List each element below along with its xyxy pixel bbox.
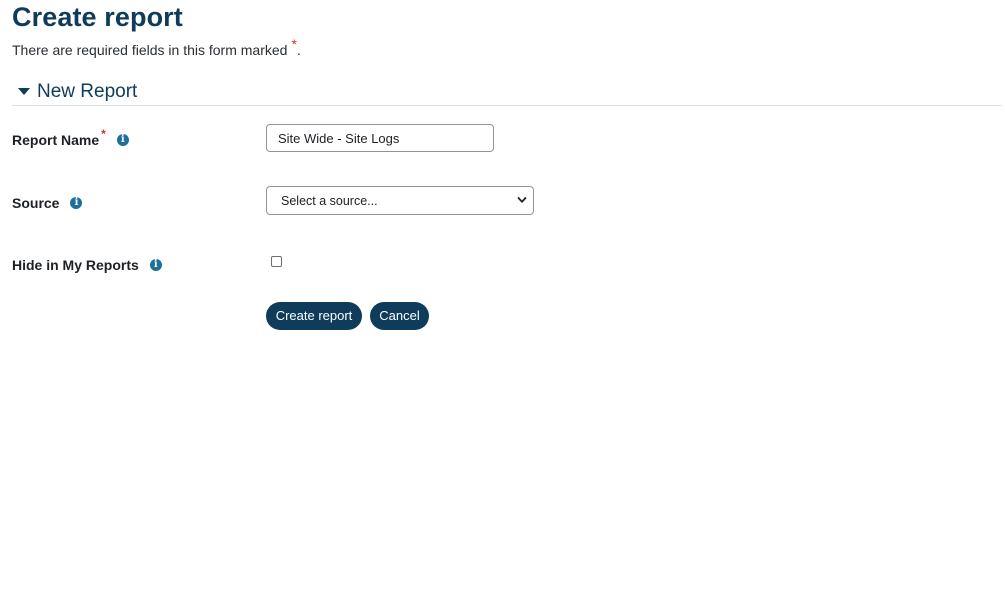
create-report-button[interactable]: Create report <box>266 302 362 330</box>
required-fields-note: There are required fields in this form m… <box>12 36 301 60</box>
report-name-input[interactable] <box>266 124 494 152</box>
create-report-page: Create report There are required fields … <box>0 0 1005 591</box>
report-name-label-row: Report Name * i <box>12 127 129 150</box>
source-select[interactable]: Select a source... <box>266 186 534 215</box>
source-label: Source <box>12 195 60 211</box>
hide-in-my-reports-label-row: Hide in My Reports i <box>12 255 162 275</box>
required-note-text: There are required fields in this form m… <box>12 42 288 58</box>
required-asterisk-icon: * <box>291 36 297 52</box>
source-label-row: Source i <box>12 193 83 213</box>
cancel-button[interactable]: Cancel <box>370 302 429 330</box>
source-select-value: Select a source... <box>281 194 378 208</box>
report-name-label: Report Name <box>12 132 100 148</box>
hide-in-my-reports-checkbox[interactable] <box>271 256 282 267</box>
chevron-down-icon <box>517 197 527 203</box>
new-report-section-header[interactable]: New Report <box>12 80 1002 106</box>
info-icon[interactable]: i <box>116 134 129 146</box>
required-asterisk-icon: * <box>101 127 106 141</box>
section-title[interactable]: New Report <box>37 80 137 104</box>
required-note-suffix: . <box>296 42 301 58</box>
caret-down-icon[interactable] <box>18 88 30 95</box>
info-icon[interactable]: i <box>149 259 162 271</box>
page-title: Create report <box>12 2 183 32</box>
info-icon[interactable]: i <box>70 197 83 209</box>
hide-in-my-reports-label: Hide in My Reports <box>12 257 139 273</box>
